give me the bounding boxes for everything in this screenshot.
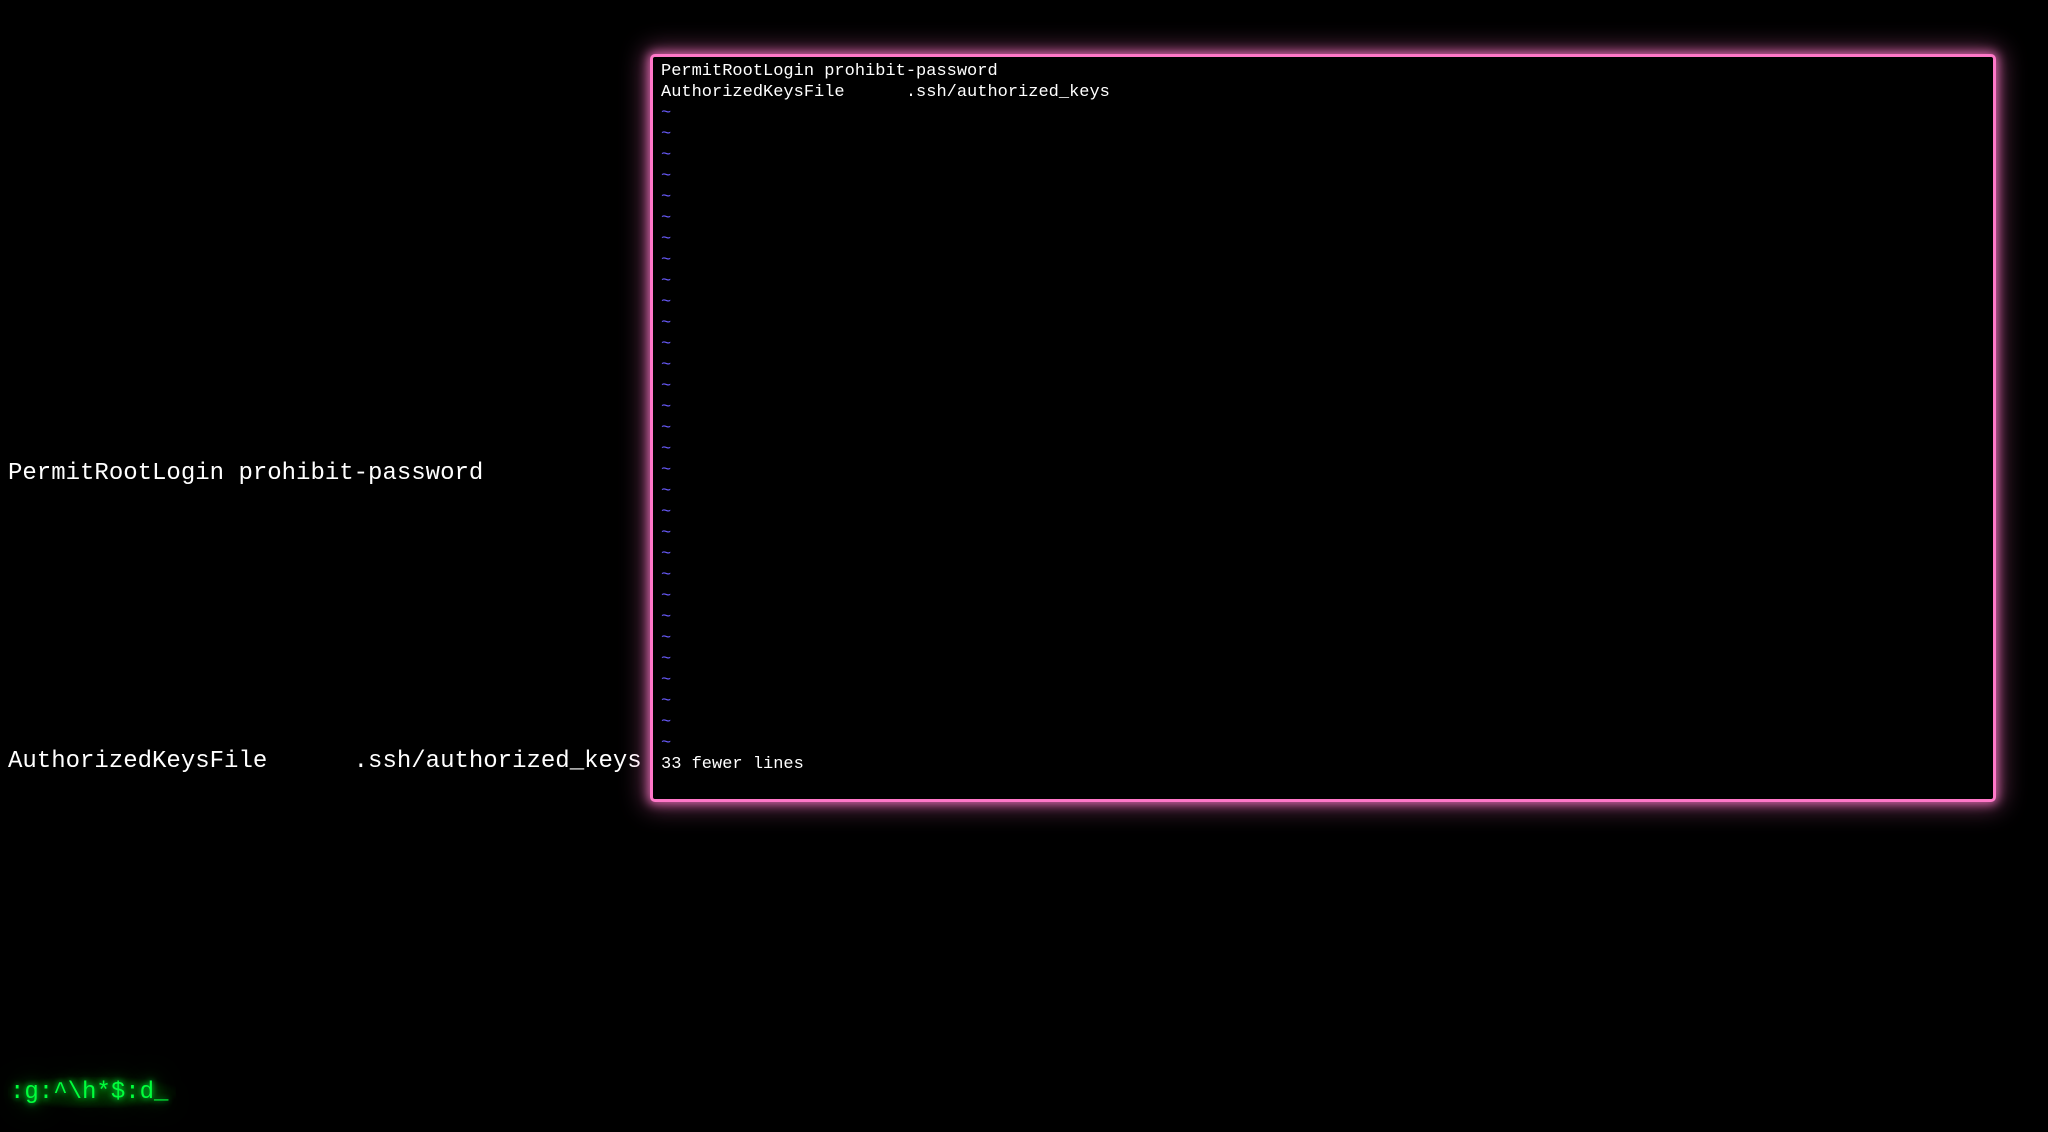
vim-tilde-line: ~ bbox=[661, 691, 1985, 712]
vim-tilde-line: ~ bbox=[661, 439, 1985, 460]
vim-tilde-line: ~ bbox=[661, 607, 1985, 628]
vim-tilde-line: ~ bbox=[661, 628, 1985, 649]
vim-tilde-line: ~ bbox=[661, 397, 1985, 418]
vim-tilde-line: ~ bbox=[661, 124, 1985, 145]
vim-tilde-line: ~ bbox=[661, 523, 1985, 544]
left-text-line-2: AuthorizedKeysFile .ssh/authorized_keys bbox=[8, 748, 642, 775]
vim-tilde-line: ~ bbox=[661, 271, 1985, 292]
vim-tilde-line: ~ bbox=[661, 733, 1985, 754]
vim-tilde-line: ~ bbox=[661, 460, 1985, 481]
vim-editor-window[interactable]: PermitRootLogin prohibit-password Author… bbox=[650, 54, 1996, 802]
ex-command-text: :g:^\h*$:d_ bbox=[8, 1077, 176, 1108]
vim-tilde-line: ~ bbox=[661, 250, 1985, 271]
vim-tilde-line: ~ bbox=[661, 334, 1985, 355]
vim-empty-lines: ~~~~~~~~~~~~~~~~~~~~~~~~~~~~~~~ bbox=[661, 103, 1985, 754]
vim-buffer-line: PermitRootLogin prohibit-password bbox=[661, 61, 1985, 82]
vim-tilde-line: ~ bbox=[661, 145, 1985, 166]
vim-status-line: 33 fewer lines bbox=[661, 754, 1985, 775]
vim-tilde-line: ~ bbox=[661, 649, 1985, 670]
vim-tilde-line: ~ bbox=[661, 166, 1985, 187]
vim-tilde-line: ~ bbox=[661, 229, 1985, 250]
vim-tilde-line: ~ bbox=[661, 187, 1985, 208]
vim-tilde-line: ~ bbox=[661, 565, 1985, 586]
vim-tilde-line: ~ bbox=[661, 418, 1985, 439]
vim-buffer-line: AuthorizedKeysFile .ssh/authorized_keys bbox=[661, 82, 1985, 103]
vim-tilde-line: ~ bbox=[661, 544, 1985, 565]
vim-tilde-line: ~ bbox=[661, 481, 1985, 502]
vim-tilde-line: ~ bbox=[661, 712, 1985, 733]
vim-tilde-line: ~ bbox=[661, 103, 1985, 124]
ex-command-line[interactable]: :g:^\h*$:d_ bbox=[8, 1077, 176, 1108]
vim-tilde-line: ~ bbox=[661, 292, 1985, 313]
left-text-line-1: PermitRootLogin prohibit-password bbox=[8, 460, 483, 487]
vim-tilde-line: ~ bbox=[661, 502, 1985, 523]
vim-tilde-line: ~ bbox=[661, 355, 1985, 376]
vim-tilde-line: ~ bbox=[661, 670, 1985, 691]
vim-tilde-line: ~ bbox=[661, 313, 1985, 334]
vim-tilde-line: ~ bbox=[661, 586, 1985, 607]
vim-tilde-line: ~ bbox=[661, 208, 1985, 229]
vim-tilde-line: ~ bbox=[661, 376, 1985, 397]
